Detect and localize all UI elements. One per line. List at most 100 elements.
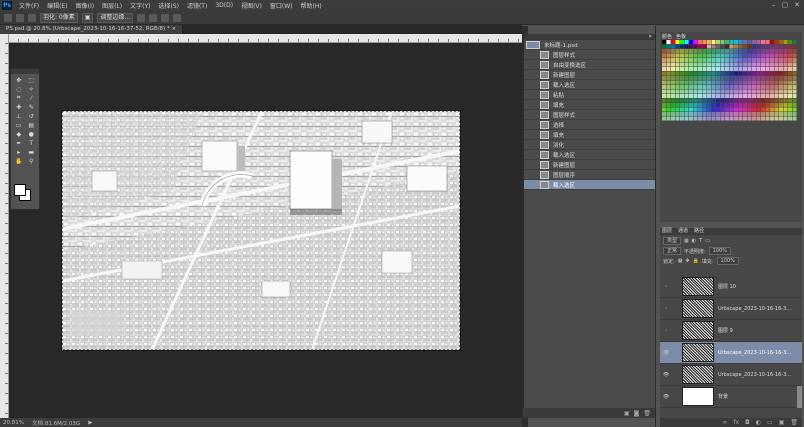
- color-swatch[interactable]: [725, 89, 729, 94]
- color-swatch[interactable]: [693, 53, 698, 58]
- color-swatch[interactable]: [734, 89, 738, 94]
- blur-icon[interactable]: ◆: [13, 130, 25, 138]
- color-swatch[interactable]: [738, 67, 743, 71]
- color-swatch[interactable]: [680, 98, 684, 103]
- color-swatch[interactable]: [770, 58, 774, 62]
- color-swatch[interactable]: [707, 44, 711, 49]
- eraser-icon[interactable]: ▭: [13, 121, 25, 129]
- color-swatch[interactable]: [783, 112, 788, 116]
- document-image[interactable]: [61, 110, 461, 351]
- color-swatch[interactable]: [756, 40, 761, 44]
- color-swatch[interactable]: [770, 116, 774, 121]
- color-swatch[interactable]: [671, 98, 675, 103]
- mode-toggle[interactable]: ▣: [81, 12, 94, 23]
- color-swatch[interactable]: [792, 80, 797, 85]
- color-swatch[interactable]: [702, 40, 707, 44]
- horizontal-ruler[interactable]: [8, 34, 522, 43]
- color-swatch[interactable]: [765, 76, 770, 80]
- color-swatch[interactable]: [783, 58, 788, 62]
- color-swatch[interactable]: [729, 53, 734, 58]
- color-swatch[interactable]: [702, 44, 707, 49]
- color-swatch[interactable]: [684, 40, 689, 44]
- marquee-icon[interactable]: ⬚: [26, 76, 38, 84]
- color-swatch[interactable]: [770, 53, 774, 58]
- color-swatch[interactable]: [680, 71, 684, 76]
- color-swatch[interactable]: [779, 98, 783, 103]
- color-swatch[interactable]: [689, 85, 693, 89]
- history-item[interactable]: 新建图层: [524, 70, 656, 80]
- color-swatch[interactable]: [720, 67, 725, 71]
- color-swatch[interactable]: [770, 40, 774, 44]
- color-swatch[interactable]: [689, 94, 693, 98]
- color-swatch[interactable]: [765, 103, 770, 107]
- color-swatch[interactable]: [792, 89, 797, 94]
- color-swatch[interactable]: [725, 40, 729, 44]
- color-swatch[interactable]: [666, 85, 671, 89]
- menu-help[interactable]: 帮助(H): [297, 1, 326, 10]
- color-swatch[interactable]: [711, 67, 716, 71]
- color-swatch[interactable]: [756, 76, 761, 80]
- align-center-icon[interactable]: [149, 13, 158, 22]
- color-swatch[interactable]: [684, 44, 689, 49]
- color-swatch[interactable]: [792, 76, 797, 80]
- color-swatch[interactable]: [698, 103, 702, 107]
- color-swatch[interactable]: [725, 116, 729, 121]
- color-swatch[interactable]: [671, 112, 675, 116]
- filter-pixel-icon[interactable]: ▦: [684, 238, 689, 244]
- color-swatch[interactable]: [774, 58, 779, 62]
- color-swatch[interactable]: [671, 58, 675, 62]
- color-swatch[interactable]: [693, 49, 698, 53]
- color-swatch[interactable]: [671, 116, 675, 121]
- color-swatch[interactable]: [761, 44, 765, 49]
- color-swatch[interactable]: [792, 98, 797, 103]
- color-swatch[interactable]: [788, 76, 792, 80]
- color-swatch[interactable]: [707, 67, 711, 71]
- color-swatch[interactable]: [774, 107, 779, 112]
- maximize-button[interactable]: ▢: [782, 1, 789, 9]
- color-swatch[interactable]: [738, 85, 743, 89]
- color-swatch[interactable]: [693, 94, 698, 98]
- color-swatch[interactable]: [711, 53, 716, 58]
- color-swatch[interactable]: [725, 98, 729, 103]
- tab-color[interactable]: 颜色: [662, 33, 672, 40]
- color-swatch[interactable]: [720, 49, 725, 53]
- color-swatch[interactable]: [693, 89, 698, 94]
- color-swatch[interactable]: [689, 58, 693, 62]
- marquee-tool-icon[interactable]: [4, 13, 12, 22]
- color-swatch[interactable]: [707, 58, 711, 62]
- color-swatch[interactable]: [720, 116, 725, 121]
- color-swatch[interactable]: [711, 44, 716, 49]
- color-swatch[interactable]: [761, 67, 765, 71]
- color-swatch[interactable]: [774, 44, 779, 49]
- color-swatch[interactable]: [747, 67, 752, 71]
- color-swatch[interactable]: [743, 112, 747, 116]
- color-swatch[interactable]: [729, 112, 734, 116]
- color-swatch[interactable]: [671, 53, 675, 58]
- color-swatch[interactable]: [725, 94, 729, 98]
- color-swatch[interactable]: [729, 80, 734, 85]
- add-selection-icon[interactable]: [28, 13, 36, 22]
- color-swatch[interactable]: [747, 62, 752, 67]
- color-swatch[interactable]: [738, 116, 743, 121]
- color-swatch[interactable]: [675, 53, 680, 58]
- color-swatch[interactable]: [707, 49, 711, 53]
- color-swatch[interactable]: [720, 76, 725, 80]
- color-swatch[interactable]: [738, 107, 743, 112]
- color-swatch[interactable]: [738, 112, 743, 116]
- color-swatch[interactable]: [689, 107, 693, 112]
- color-swatch[interactable]: [747, 103, 752, 107]
- color-swatch[interactable]: [752, 49, 756, 53]
- color-swatch[interactable]: [725, 71, 729, 76]
- color-swatch[interactable]: [680, 53, 684, 58]
- color-swatch[interactable]: [716, 107, 720, 112]
- color-swatch[interactable]: [680, 103, 684, 107]
- pen-icon[interactable]: ✒: [13, 139, 25, 147]
- color-swatch[interactable]: [770, 107, 774, 112]
- color-swatch[interactable]: [734, 58, 738, 62]
- color-swatch[interactable]: [738, 71, 743, 76]
- history-snapshot[interactable]: 未标题-1.psd: [524, 40, 656, 50]
- color-swatch[interactable]: [662, 58, 666, 62]
- color-swatch[interactable]: [734, 44, 738, 49]
- color-swatch[interactable]: [716, 76, 720, 80]
- adjustment-layer-icon[interactable]: ◐: [756, 419, 761, 426]
